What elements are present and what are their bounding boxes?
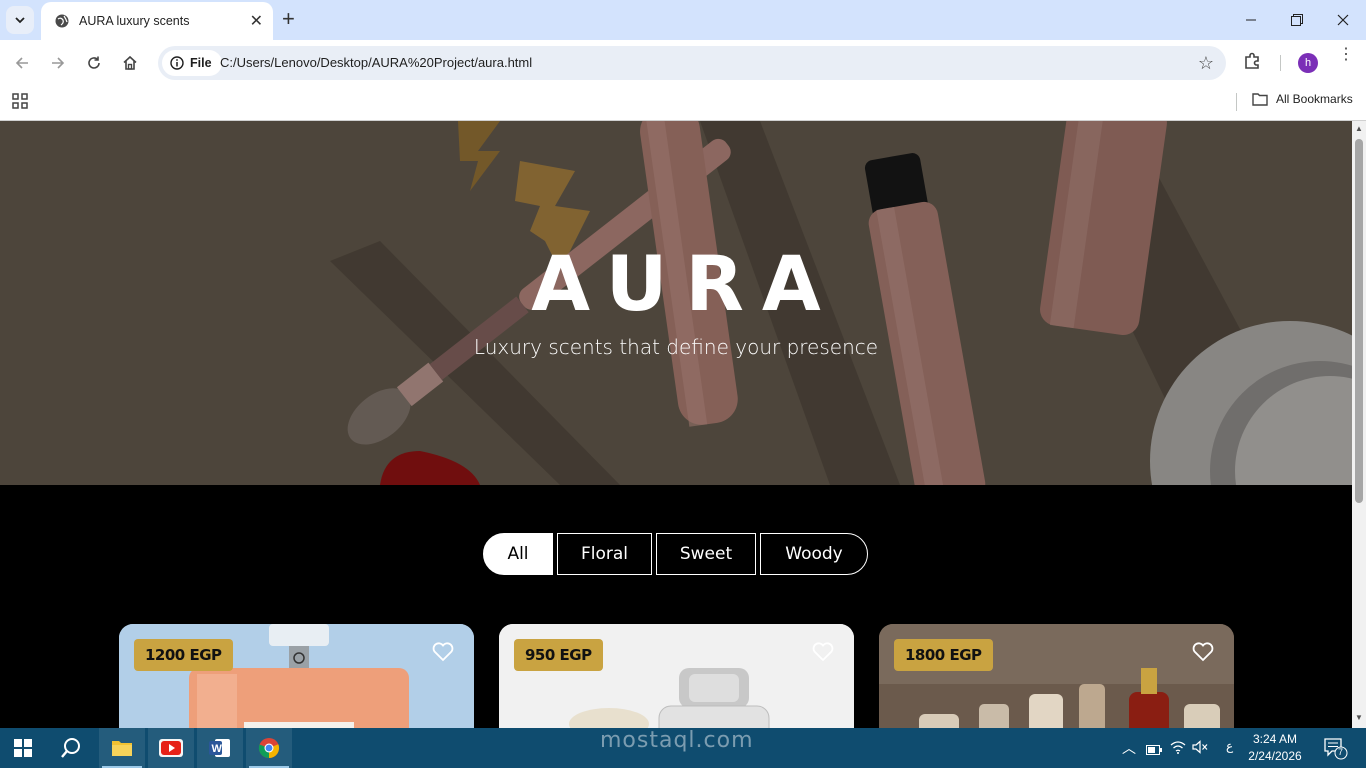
folder-icon xyxy=(112,741,132,756)
home-icon xyxy=(123,55,137,70)
filter-woody-button[interactable]: Woody xyxy=(760,533,868,575)
search-button[interactable] xyxy=(48,728,94,768)
arrow-left-icon xyxy=(15,57,28,69)
home-button[interactable] xyxy=(116,49,144,77)
new-tab-button[interactable]: + xyxy=(282,8,295,30)
scroll-thumb[interactable] xyxy=(1355,139,1363,503)
page-viewport: AURA Luxury scents that define your pres… xyxy=(0,121,1352,728)
tab-search-button[interactable] xyxy=(6,6,34,34)
filter-sweet-button[interactable]: Sweet xyxy=(656,533,756,575)
page-scrollbar[interactable]: ▲ ▼ xyxy=(1352,121,1366,728)
back-button[interactable] xyxy=(8,49,36,77)
browser-toolbar: File C:/Users/Lenovo/Desktop/AURA%20Proj… xyxy=(0,40,1366,86)
hero-section: AURA Luxury scents that define your pres… xyxy=(0,121,1352,485)
clock[interactable]: 3:24 AM 2/24/2026 xyxy=(1244,731,1306,765)
price-badge: 1800 EGP xyxy=(894,639,993,671)
heart-icon[interactable] xyxy=(1192,642,1214,667)
filter-all-button[interactable]: All xyxy=(483,533,553,575)
windows-logo-icon xyxy=(14,739,32,757)
heart-icon[interactable] xyxy=(432,642,454,667)
puzzle-icon xyxy=(1245,52,1259,69)
minimize-button[interactable] xyxy=(1228,0,1274,40)
site-info-chip[interactable]: File xyxy=(162,50,222,76)
extensions-button[interactable] xyxy=(1242,51,1262,76)
volume-muted-icon[interactable] xyxy=(1192,740,1208,759)
product-card[interactable]: 950 EGP xyxy=(499,624,854,728)
restore-icon xyxy=(1291,14,1303,26)
hero-subtitle: Luxury scents that define your presence xyxy=(473,335,879,359)
scroll-up-icon[interactable]: ▲ xyxy=(1355,124,1363,133)
chevron-up-icon[interactable]: ︿ xyxy=(1122,738,1136,758)
clock-time: 3:24 AM xyxy=(1252,732,1298,746)
product-card[interactable]: 1800 EGP xyxy=(879,624,1234,728)
youtube-app-button[interactable] xyxy=(148,728,194,768)
search-icon xyxy=(61,738,80,758)
tab-strip: AURA luxury scents ✕ + xyxy=(0,0,1366,40)
apps-grid-icon[interactable] xyxy=(12,93,28,114)
file-chip-label: File xyxy=(190,56,212,70)
product-card[interactable]: 1200 EGP xyxy=(119,624,474,728)
word-icon: W xyxy=(209,739,230,757)
browser-tab[interactable]: AURA luxury scents ✕ xyxy=(41,2,273,40)
tab-title: AURA luxury scents xyxy=(79,14,190,28)
folder-icon xyxy=(1252,93,1268,106)
address-bar[interactable]: File C:/Users/Lenovo/Desktop/AURA%20Proj… xyxy=(158,46,1226,80)
watermark-text: mostaql.com xyxy=(600,728,754,753)
bookmarks-separator xyxy=(1236,93,1237,111)
reload-button[interactable] xyxy=(80,49,108,77)
restore-button[interactable] xyxy=(1274,0,1320,40)
all-bookmarks-button[interactable]: All Bookmarks xyxy=(1252,92,1353,106)
notification-count: 7 xyxy=(1338,747,1344,757)
word-app-button[interactable]: W xyxy=(197,728,243,768)
svg-text:W: W xyxy=(212,743,223,755)
hero-title: AURA xyxy=(531,239,839,328)
more-menu-icon[interactable]: ⋮ xyxy=(1338,47,1354,63)
profile-avatar[interactable]: h xyxy=(1298,53,1318,73)
all-bookmarks-label: All Bookmarks xyxy=(1276,92,1353,106)
notification-center-icon[interactable]: 7 xyxy=(1324,738,1348,765)
minimize-icon xyxy=(1246,19,1256,21)
chrome-icon xyxy=(258,738,280,759)
chrome-app-button[interactable] xyxy=(246,728,292,768)
reload-icon xyxy=(88,56,100,69)
youtube-icon xyxy=(159,739,183,757)
windows-taskbar: W mostaql.com ︿ ع 3:24 AM 2/24/2026 7 xyxy=(0,728,1366,768)
tab-close-icon[interactable]: ✕ xyxy=(250,11,263,31)
start-button[interactable] xyxy=(0,728,46,768)
globe-icon xyxy=(55,14,69,28)
toolbar-separator xyxy=(1280,55,1281,71)
input-language-indicator[interactable]: ع xyxy=(1226,739,1233,753)
price-badge: 950 EGP xyxy=(514,639,603,671)
close-icon xyxy=(1337,14,1349,26)
url-text[interactable]: C:/Users/Lenovo/Desktop/AURA%20Project/a… xyxy=(220,55,532,70)
price-badge: 1200 EGP xyxy=(134,639,233,671)
battery-icon[interactable] xyxy=(1146,742,1162,760)
bookmarks-bar: All Bookmarks xyxy=(0,86,1366,121)
forward-button[interactable] xyxy=(44,49,72,77)
filter-group: All Floral Sweet Woody xyxy=(483,533,868,575)
filter-floral-button[interactable]: Floral xyxy=(557,533,652,575)
close-window-button[interactable] xyxy=(1320,0,1366,40)
clock-date: 2/24/2026 xyxy=(1248,749,1302,763)
heart-icon[interactable] xyxy=(812,642,834,667)
scroll-down-icon[interactable]: ▼ xyxy=(1355,713,1363,722)
bookmark-star-icon[interactable]: ☆ xyxy=(1198,53,1214,74)
info-icon xyxy=(170,56,184,70)
wifi-icon[interactable] xyxy=(1170,740,1186,759)
chevron-down-icon xyxy=(15,17,25,24)
file-explorer-button[interactable] xyxy=(99,728,145,768)
arrow-right-icon xyxy=(52,57,65,69)
